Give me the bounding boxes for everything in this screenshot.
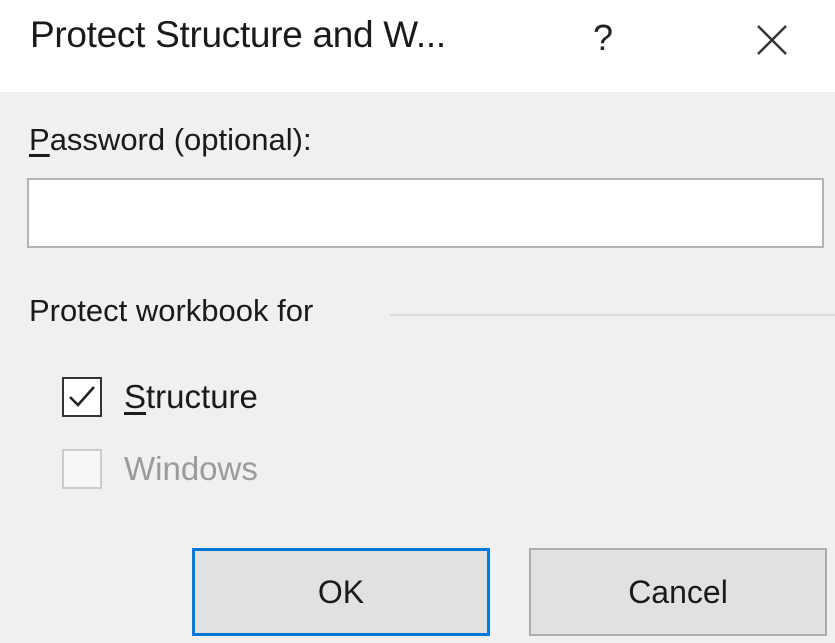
- title-bar: Protect Structure and W... ?: [0, 0, 835, 92]
- structure-label: Structure: [124, 378, 258, 416]
- protect-structure-dialog: Protect Structure and W... ? Password (o…: [0, 0, 835, 643]
- dialog-title: Protect Structure and W...: [30, 14, 446, 55]
- cancel-button[interactable]: Cancel: [529, 548, 827, 636]
- password-label-accelerator: P: [29, 122, 50, 157]
- structure-checkbox-row[interactable]: Structure: [62, 372, 258, 422]
- ok-button[interactable]: OK: [192, 548, 490, 636]
- structure-checkbox[interactable]: [62, 377, 102, 417]
- close-icon: [757, 25, 787, 55]
- structure-label-text: tructure: [146, 378, 258, 415]
- help-button[interactable]: ?: [583, 10, 623, 66]
- checkmark-icon: [69, 386, 95, 407]
- close-button[interactable]: [742, 12, 802, 68]
- windows-checkbox-row: Windows: [62, 444, 258, 494]
- windows-checkbox: [62, 449, 102, 489]
- structure-label-accelerator: S: [124, 378, 147, 415]
- password-label-text: assword (optional):: [49, 122, 312, 157]
- protect-workbook-group-label: Protect workbook for: [29, 293, 314, 328]
- windows-label: Windows: [124, 450, 258, 487]
- password-input[interactable]: [27, 178, 824, 248]
- password-label: Password (optional):: [29, 122, 312, 158]
- group-divider: [390, 314, 835, 316]
